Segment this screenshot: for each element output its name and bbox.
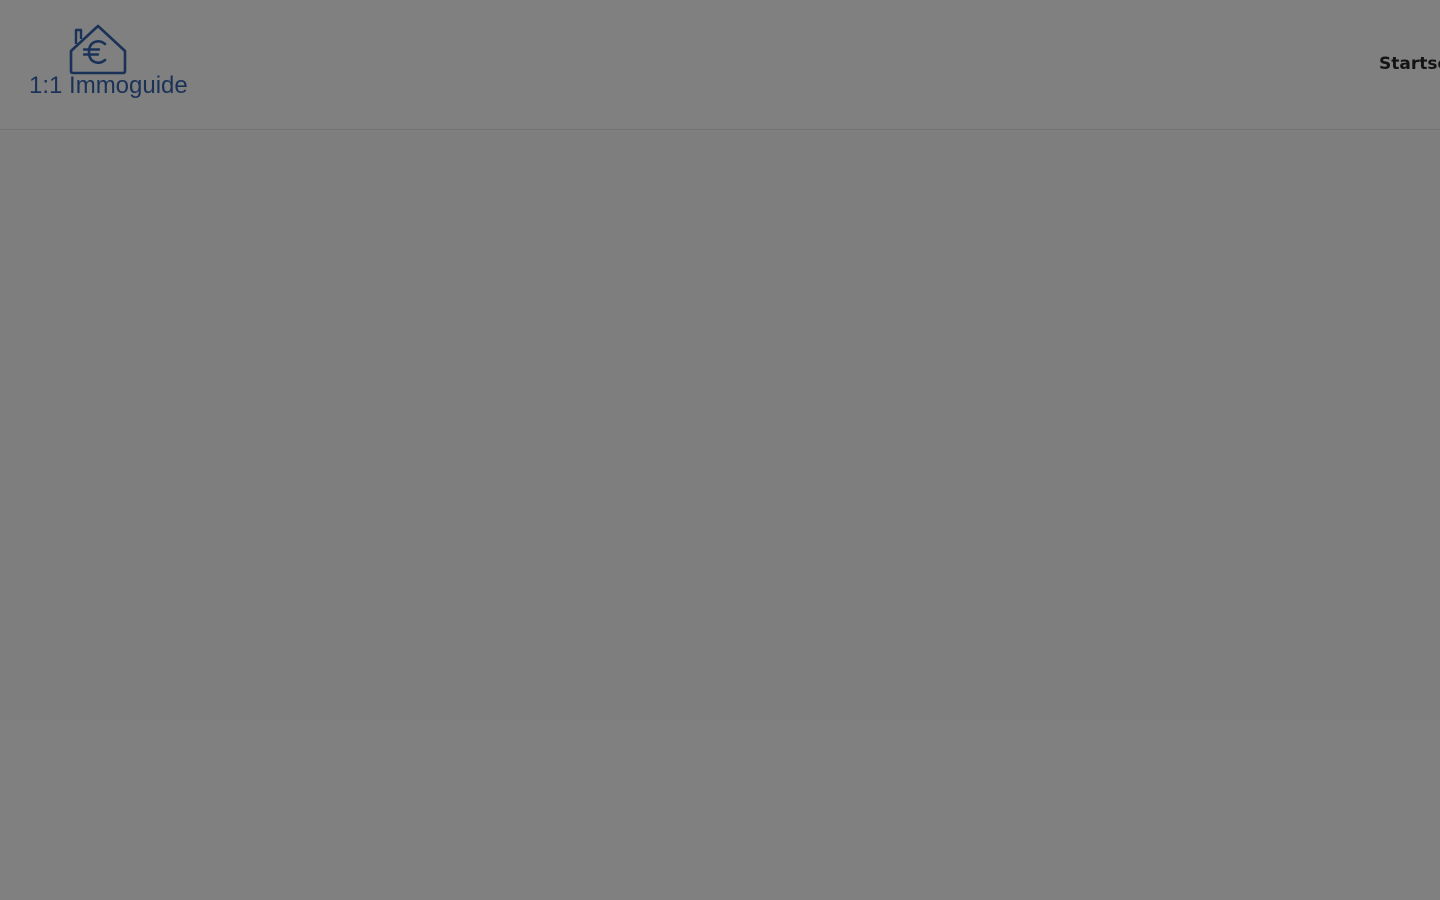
logo-text: 1:1 Immoguide: [29, 72, 188, 99]
house-euro-icon: [69, 24, 127, 75]
page: 1:1 Immoguide Startseite: [0, 0, 1440, 900]
site-logo[interactable]: 1:1 Immoguide: [26, 22, 196, 104]
main-nav: Startseite: [1379, 52, 1440, 78]
main-content: [0, 131, 1440, 900]
site-header: 1:1 Immoguide Startseite: [0, 0, 1440, 130]
nav-item-startseite[interactable]: Startseite: [1379, 54, 1440, 74]
hero-area: [0, 131, 1440, 720]
